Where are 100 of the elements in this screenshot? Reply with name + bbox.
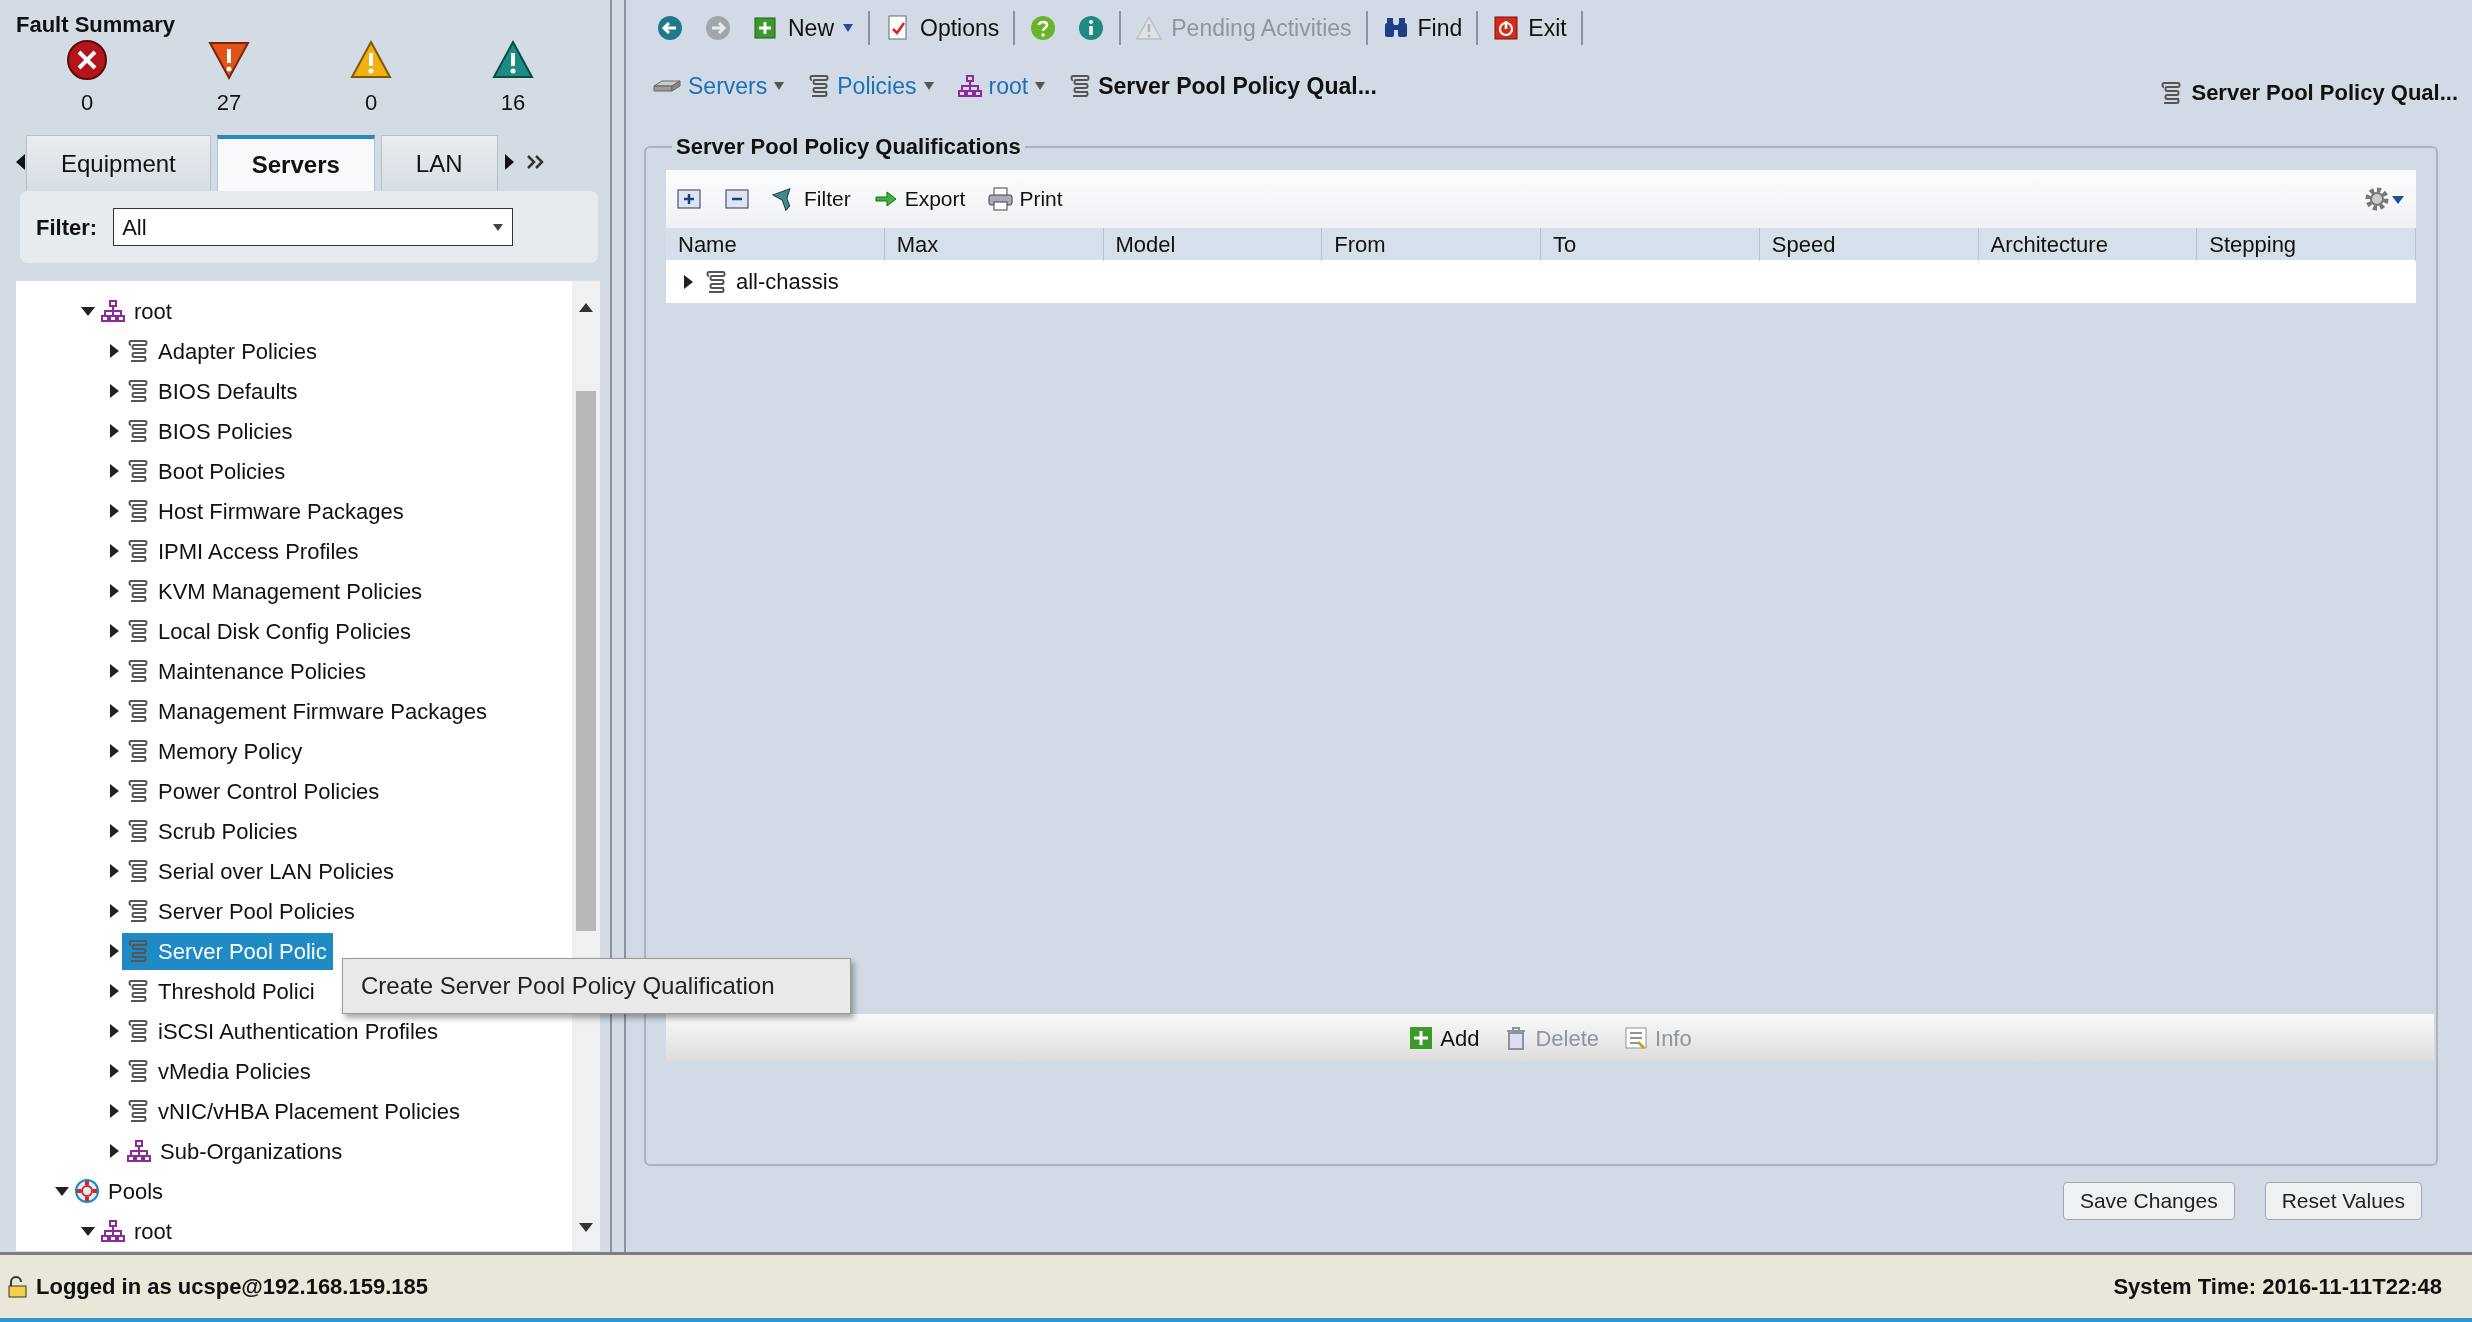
nav-tab[interactable]: Servers bbox=[216, 135, 375, 191]
toolbar-button[interactable]: Find bbox=[1371, 6, 1473, 50]
policy-icon bbox=[126, 338, 150, 364]
lock-icon bbox=[6, 1274, 28, 1299]
caret-icon bbox=[842, 23, 854, 33]
policy-icon bbox=[126, 538, 150, 564]
panel-title: Server Pool Policy Qualifications bbox=[675, 136, 1022, 158]
toolbar-button[interactable]: Print bbox=[987, 183, 1063, 215]
nav-tab[interactable]: LAN bbox=[380, 135, 498, 191]
policy-icon bbox=[126, 738, 150, 764]
table-cell-text: all-chassis bbox=[736, 268, 839, 296]
tree-item[interactable]: vNIC/vHBA Placement Policies bbox=[122, 1092, 466, 1130]
policy-icon bbox=[126, 978, 150, 1004]
fault-count: 16 bbox=[500, 89, 526, 117]
caret-icon bbox=[773, 81, 786, 91]
tree-item[interactable]: Scrub Policies bbox=[122, 812, 304, 850]
policy-icon bbox=[126, 1058, 150, 1084]
more-tabs-icon bbox=[525, 155, 544, 169]
power-icon bbox=[1492, 14, 1521, 42]
help-icon bbox=[1029, 14, 1058, 42]
pool-icon bbox=[74, 1178, 100, 1204]
action-button[interactable]: Add bbox=[1408, 1021, 1480, 1055]
filter-dropdown[interactable]: All bbox=[113, 208, 514, 246]
policy-icon bbox=[126, 418, 150, 444]
tree-item[interactable]: vMedia Policies bbox=[122, 1052, 317, 1090]
policy-icon bbox=[126, 458, 150, 484]
collapse-all-button[interactable] bbox=[724, 186, 750, 212]
tree-item[interactable]: Sub-Organizations bbox=[122, 1132, 349, 1170]
policy-icon bbox=[126, 818, 150, 844]
policy-icon bbox=[126, 498, 150, 524]
scroll-right-icon bbox=[503, 153, 516, 171]
tree-item[interactable]: Pools bbox=[70, 1172, 170, 1210]
back-icon bbox=[656, 14, 684, 42]
hierarchy-icon bbox=[100, 299, 126, 323]
breadcrumb-link[interactable]: Policies bbox=[807, 68, 935, 104]
nav-tab[interactable]: Equipment bbox=[26, 135, 211, 191]
collapse-all-icon bbox=[724, 186, 750, 212]
breadcrumb-link[interactable]: Servers bbox=[652, 68, 786, 104]
expand-all-icon bbox=[676, 186, 702, 212]
add-icon bbox=[1408, 1025, 1435, 1051]
tree-item[interactable]: Adapter Policies bbox=[122, 332, 323, 370]
form-button[interactable]: Save Changes bbox=[2062, 1182, 2235, 1220]
breadcrumb-link[interactable]: root bbox=[956, 68, 1047, 104]
policy-icon bbox=[126, 578, 150, 604]
policy-icon bbox=[126, 1098, 150, 1124]
tree-item[interactable]: Maintenance Policies bbox=[122, 652, 372, 690]
tree-item[interactable]: Server Pool Polic bbox=[122, 932, 333, 970]
server-icon bbox=[652, 77, 682, 95]
tree-item[interactable]: iSCSI Authentication Profiles bbox=[122, 1012, 445, 1050]
panel-title: Fault Summary bbox=[15, 11, 176, 38]
tree-item[interactable]: root bbox=[96, 292, 178, 330]
policy-icon bbox=[126, 378, 150, 404]
tree-item[interactable]: KVM Management Policies bbox=[122, 572, 429, 610]
info-icon bbox=[1077, 14, 1106, 42]
policy-icon bbox=[126, 898, 150, 924]
policy-icon bbox=[126, 938, 150, 964]
tree-item[interactable]: BIOS Defaults bbox=[122, 372, 304, 410]
printer-icon bbox=[987, 186, 1014, 212]
tree-item[interactable]: Threshold Polici bbox=[122, 972, 321, 1010]
page-title: Server Pool Policy Qual... bbox=[2191, 79, 2458, 107]
menu-item[interactable]: Create Server Pool Policy Qualification bbox=[343, 968, 775, 1004]
policy-icon bbox=[704, 268, 728, 295]
fault-count: 0 bbox=[364, 89, 378, 117]
toolbar-button[interactable]: Filter bbox=[772, 183, 851, 215]
tree-item[interactable]: BIOS Policies bbox=[122, 412, 299, 450]
fault-count: 27 bbox=[216, 89, 242, 117]
forward-icon bbox=[704, 14, 732, 42]
warning-icon bbox=[1135, 14, 1164, 42]
system-time: System Time: 2016-11-11T22:48 bbox=[2113, 1273, 2442, 1301]
form-button[interactable]: Reset Values bbox=[2264, 1182, 2422, 1220]
tree-item[interactable]: IPMI Access Profiles bbox=[122, 532, 365, 570]
toolbar-button[interactable]: New bbox=[742, 6, 864, 50]
login-status: Logged in as ucspe@192.168.159.185 bbox=[36, 1273, 428, 1301]
policy-icon bbox=[126, 698, 150, 724]
tree-item[interactable]: Boot Policies bbox=[122, 452, 292, 490]
policy-icon bbox=[126, 778, 150, 804]
breadcrumb-link[interactable]: Server Pool Policy Qual... bbox=[1068, 68, 1377, 104]
policy-icon bbox=[126, 618, 150, 644]
toolbar-button[interactable]: Export bbox=[872, 183, 966, 215]
tree-item[interactable]: Memory Policy bbox=[122, 732, 309, 770]
info-sheet-icon bbox=[1623, 1025, 1649, 1051]
tree-item[interactable]: Management Firmware Packages bbox=[122, 692, 493, 730]
caret-icon bbox=[922, 81, 935, 91]
expand-all-button[interactable] bbox=[676, 186, 702, 212]
policy-icon bbox=[126, 1018, 150, 1044]
toolbar-button[interactable]: Exit bbox=[1482, 6, 1577, 50]
toolbar-button[interactable]: Options bbox=[874, 6, 1010, 50]
scroll-up-icon bbox=[578, 301, 594, 314]
tree-item[interactable]: Local Disk Config Policies bbox=[122, 612, 418, 650]
tree-item[interactable]: root bbox=[96, 1212, 178, 1250]
caret-icon bbox=[492, 222, 505, 232]
filter-label: Filter: bbox=[36, 213, 98, 242]
hierarchy-icon bbox=[100, 1219, 126, 1243]
tree-item[interactable]: Server Pool Policies bbox=[122, 892, 361, 930]
tree-item[interactable]: Host Firmware Packages bbox=[122, 492, 410, 530]
tree-item[interactable]: Serial over LAN Policies bbox=[122, 852, 400, 890]
tree-item[interactable]: Power Control Policies bbox=[122, 772, 386, 810]
fault-count: 0 bbox=[80, 89, 94, 117]
critical-fault-icon bbox=[65, 38, 109, 82]
hierarchy-icon bbox=[956, 74, 983, 98]
